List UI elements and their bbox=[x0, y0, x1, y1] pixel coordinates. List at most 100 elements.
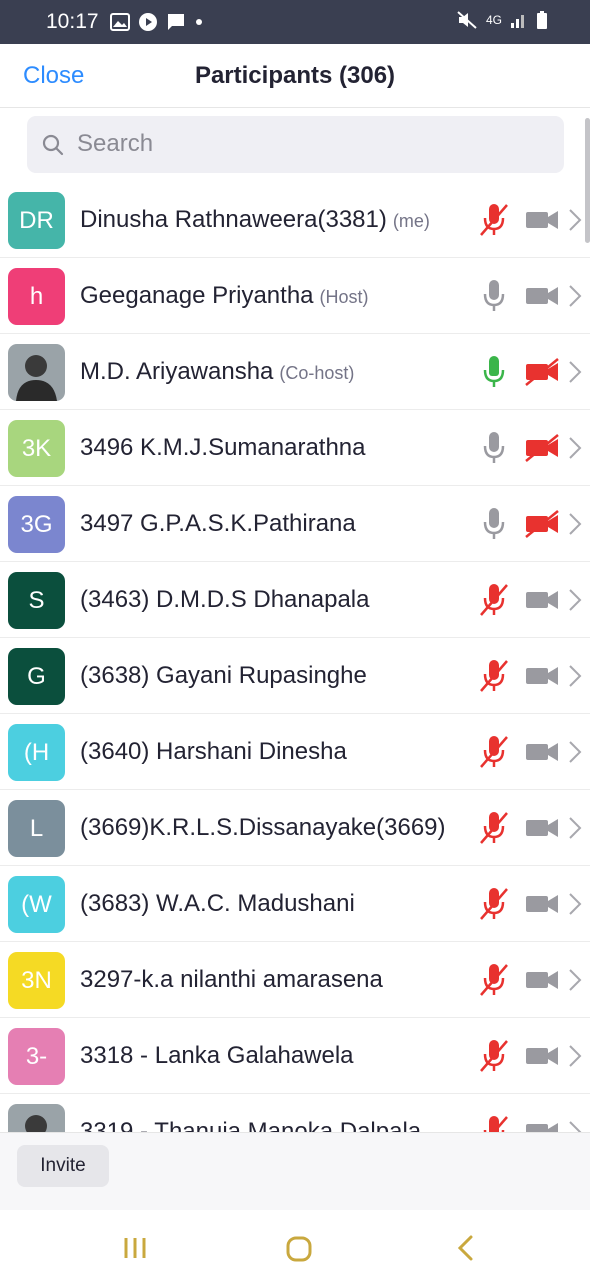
video-icon[interactable] bbox=[524, 814, 560, 842]
search-icon bbox=[42, 134, 64, 156]
mute-icon bbox=[457, 11, 477, 29]
avatar bbox=[8, 1104, 65, 1132]
avatar: DR bbox=[8, 192, 65, 249]
status-time: 10:17 bbox=[46, 10, 99, 33]
participant-name-wrap: (3463) D.M.D.S Dhanapala bbox=[80, 586, 369, 614]
participant-role-tag: (me) bbox=[392, 211, 430, 231]
participant-row[interactable]: 3G 3497 G.P.A.S.K.Pathirana bbox=[0, 486, 590, 562]
avatar: G bbox=[8, 648, 65, 705]
participant-row[interactable]: (H (3640) Harshani Dinesha bbox=[0, 714, 590, 790]
participant-row[interactable]: M.D. Ariyawansha (Co-host) bbox=[0, 334, 590, 410]
video-icon[interactable] bbox=[524, 662, 560, 690]
mic-muted-icon[interactable] bbox=[478, 1114, 510, 1132]
participant-role-tag: (Co-host) bbox=[279, 363, 355, 383]
dot-notification-icon bbox=[196, 19, 202, 25]
header: Close Participants (306) bbox=[0, 44, 590, 108]
participant-name: 3497 G.P.A.S.K.Pathirana bbox=[80, 510, 356, 537]
participant-name-wrap: Geeganage Priyantha (Host) bbox=[80, 282, 369, 310]
avatar: (W bbox=[8, 876, 65, 933]
search-box[interactable] bbox=[27, 116, 564, 173]
chevron-right-icon[interactable] bbox=[568, 892, 582, 916]
chevron-right-icon[interactable] bbox=[568, 208, 582, 232]
mic-icon[interactable] bbox=[478, 430, 510, 466]
video-icon[interactable] bbox=[524, 738, 560, 766]
participant-row[interactable]: G (3638) Gayani Rupasinghe bbox=[0, 638, 590, 714]
mic-muted-icon[interactable] bbox=[478, 962, 510, 998]
chevron-right-icon[interactable] bbox=[568, 740, 582, 764]
participant-name-wrap: Dinusha Rathnaweera(3381) (me) bbox=[80, 206, 430, 234]
participant-list: DR Dinusha Rathnaweera(3381) (me) h Geeganag… bbox=[0, 182, 590, 1132]
participant-name-wrap: (3640) Harshani Dinesha bbox=[80, 738, 347, 766]
signal-icon bbox=[511, 15, 524, 28]
participant-name-wrap: 3497 G.P.A.S.K.Pathirana bbox=[80, 510, 356, 538]
chevron-right-icon[interactable] bbox=[568, 436, 582, 460]
chevron-right-icon[interactable] bbox=[568, 816, 582, 840]
status-bar: 10:17 4G bbox=[0, 0, 590, 44]
chevron-right-icon[interactable] bbox=[568, 512, 582, 536]
participant-row[interactable]: h Geeganage Priyantha (Host) bbox=[0, 258, 590, 334]
mic-muted-icon[interactable] bbox=[478, 810, 510, 846]
mic-muted-icon[interactable] bbox=[478, 1038, 510, 1074]
participant-name: (3669)K.R.L.S.Dissanayake(3669) bbox=[80, 814, 446, 841]
video-icon[interactable] bbox=[524, 890, 560, 918]
network-type: 4G bbox=[485, 13, 502, 27]
mic-muted-icon[interactable] bbox=[478, 582, 510, 618]
participant-name-wrap: (3683) W.A.C. Madushani bbox=[80, 890, 355, 918]
mic-muted-icon[interactable] bbox=[478, 202, 510, 238]
participant-row[interactable]: (W (3683) W.A.C. Madushani bbox=[0, 866, 590, 942]
participant-row[interactable]: 3319 - Thanuja Manoka Dalpala bbox=[0, 1094, 590, 1132]
participant-name: (3463) D.M.D.S Dhanapala bbox=[80, 586, 370, 613]
participant-row[interactable]: 3N 3297-k.a nilanthi amarasena bbox=[0, 942, 590, 1018]
chevron-right-icon[interactable] bbox=[568, 284, 582, 308]
mic-muted-icon[interactable] bbox=[478, 734, 510, 770]
participant-row[interactable]: DR Dinusha Rathnaweera(3381) (me) bbox=[0, 182, 590, 258]
video-disabled-icon[interactable] bbox=[524, 434, 560, 462]
chevron-right-icon[interactable] bbox=[568, 968, 582, 992]
video-disabled-icon[interactable] bbox=[524, 510, 560, 538]
avatar: 3K bbox=[8, 420, 65, 477]
participant-role-tag: (Host) bbox=[319, 287, 369, 307]
avatar: 3- bbox=[8, 1028, 65, 1085]
participant-row[interactable]: S (3463) D.M.D.S Dhanapala bbox=[0, 562, 590, 638]
invite-button[interactable]: Invite bbox=[17, 1145, 109, 1187]
recent-apps-icon[interactable] bbox=[122, 1236, 148, 1260]
chevron-right-icon[interactable] bbox=[568, 360, 582, 384]
video-icon[interactable] bbox=[524, 1042, 560, 1070]
chevron-right-icon[interactable] bbox=[568, 588, 582, 612]
chevron-right-icon[interactable] bbox=[568, 1120, 582, 1132]
participant-name-wrap: 3496 K.M.J.Sumanarathna bbox=[80, 434, 366, 462]
video-icon[interactable] bbox=[524, 206, 560, 234]
video-disabled-icon[interactable] bbox=[524, 358, 560, 386]
participant-name: Geeganage Priyantha bbox=[80, 282, 314, 309]
participant-name-wrap: M.D. Ariyawansha (Co-host) bbox=[80, 358, 354, 386]
avatar: 3G bbox=[8, 496, 65, 553]
battery-icon bbox=[537, 11, 547, 29]
avatar: h bbox=[8, 268, 65, 325]
back-icon[interactable] bbox=[456, 1234, 474, 1262]
participant-name: (3640) Harshani Dinesha bbox=[80, 738, 347, 765]
mic-icon[interactable] bbox=[478, 506, 510, 542]
participant-name-wrap: (3669)K.R.L.S.Dissanayake(3669) bbox=[80, 814, 446, 842]
avatar bbox=[8, 344, 65, 401]
chevron-right-icon[interactable] bbox=[568, 664, 582, 688]
gallery-notification-icon bbox=[110, 13, 130, 31]
mic-icon[interactable] bbox=[478, 278, 510, 314]
video-icon[interactable] bbox=[524, 1118, 560, 1132]
participant-row[interactable]: L (3669)K.R.L.S.Dissanayake(3669) bbox=[0, 790, 590, 866]
participant-row[interactable]: 3K 3496 K.M.J.Sumanarathna bbox=[0, 410, 590, 486]
system-nav-bar bbox=[0, 1210, 590, 1280]
chevron-right-icon[interactable] bbox=[568, 1044, 582, 1068]
video-icon[interactable] bbox=[524, 966, 560, 994]
participant-name-wrap: 3297-k.a nilanthi amarasena bbox=[80, 966, 383, 994]
search-input[interactable] bbox=[77, 128, 537, 160]
video-icon[interactable] bbox=[524, 586, 560, 614]
mic-icon[interactable] bbox=[478, 354, 510, 390]
mic-muted-icon[interactable] bbox=[478, 886, 510, 922]
video-icon[interactable] bbox=[524, 282, 560, 310]
participant-name: 3318 - Lanka Galahawela bbox=[80, 1042, 354, 1069]
avatar: 3N bbox=[8, 952, 65, 1009]
participant-row[interactable]: 3- 3318 - Lanka Galahawela bbox=[0, 1018, 590, 1094]
mic-muted-icon[interactable] bbox=[478, 658, 510, 694]
home-icon[interactable] bbox=[286, 1236, 312, 1262]
avatar: S bbox=[8, 572, 65, 629]
